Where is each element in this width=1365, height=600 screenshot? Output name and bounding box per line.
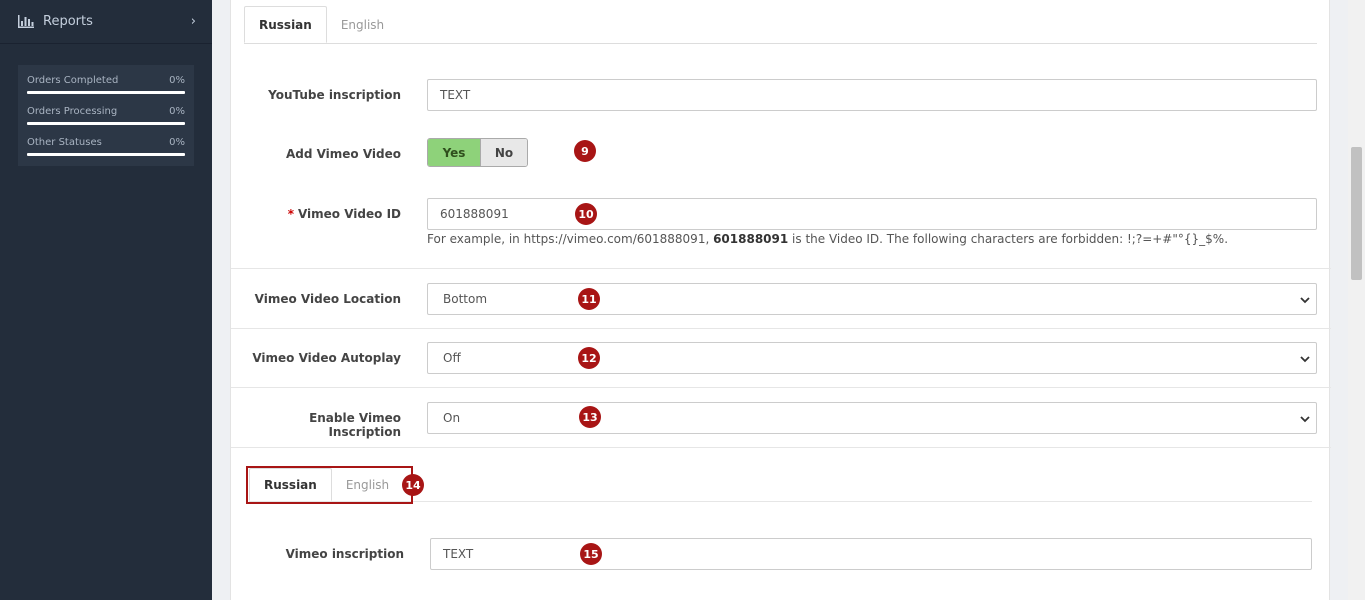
add-vimeo-toggle[interactable]: Yes No <box>427 138 528 167</box>
stat-other-statuses: Other Statuses 0% <box>27 133 185 164</box>
language-tabs-top: Russian English <box>244 6 1317 44</box>
vimeo-inscription-input[interactable]: TEXT <box>430 538 1312 570</box>
vimeo-inscription-enable-label: Enable Vimeo Inscription <box>309 411 401 439</box>
required-mark: * <box>287 207 294 221</box>
stat-value: 0% <box>169 75 185 86</box>
chevron-down-icon <box>1300 353 1310 363</box>
help-suffix: is the Video ID. The following character… <box>788 232 1229 246</box>
help-prefix: For example, in https://vimeo.com/601888… <box>427 232 714 246</box>
chevron-right-icon: › <box>190 14 196 29</box>
annotation-badge-14: 14 <box>402 474 424 496</box>
page-scrollbar[interactable] <box>1348 0 1365 600</box>
main-content: Russian English YouTube inscription TEXT… <box>212 0 1348 600</box>
chevron-down-icon <box>1300 294 1310 304</box>
divider <box>231 268 1331 269</box>
stat-label: Other Statuses <box>27 137 102 148</box>
tab-russian[interactable]: Russian <box>244 6 327 43</box>
divider <box>231 387 1331 388</box>
vimeo-id-label-text: Vimeo Video ID <box>297 207 401 221</box>
vimeo-id-help-text: For example, in https://vimeo.com/601888… <box>427 232 1228 246</box>
help-bold: 601888091 <box>713 232 789 246</box>
stat-orders-processing: Orders Processing 0% <box>27 102 185 133</box>
toggle-yes-button[interactable]: Yes <box>428 139 481 166</box>
stat-value: 0% <box>169 137 185 148</box>
annotation-badge-13: 13 <box>579 406 601 428</box>
sidebar-item-reports[interactable]: Reports › <box>0 0 212 44</box>
vimeo-id-label: * Vimeo Video ID <box>251 207 401 221</box>
annotation-badge-15: 15 <box>580 543 602 565</box>
sidebar: Reports › Orders Completed 0% Orders Pro… <box>0 0 212 600</box>
select-value: Bottom <box>443 292 488 306</box>
vimeo-inscription-enable-select[interactable]: On <box>427 402 1317 434</box>
annotation-badge-11: 11 <box>578 288 600 310</box>
stat-progress-bar <box>27 153 185 156</box>
vimeo-autoplay-label: Vimeo Video Autoplay <box>252 351 401 365</box>
vimeo-location-select[interactable]: Bottom <box>427 283 1317 315</box>
vimeo-id-input[interactable]: 601888091 <box>427 198 1317 230</box>
divider <box>231 328 1331 329</box>
scrollbar-thumb[interactable] <box>1351 147 1362 280</box>
annotation-badge-10: 10 <box>575 203 597 225</box>
annotation-badge-12: 12 <box>578 347 600 369</box>
stat-progress-bar <box>27 122 185 125</box>
sidebar-item-label: Reports <box>43 14 93 29</box>
annotation-badge-9: 9 <box>574 140 596 162</box>
select-value: On <box>443 411 461 425</box>
stat-label: Orders Processing <box>27 106 118 117</box>
vimeo-location-label: Vimeo Video Location <box>254 292 401 306</box>
divider <box>231 447 1331 448</box>
stat-label: Orders Completed <box>27 75 119 86</box>
add-vimeo-label: Add Vimeo Video <box>285 147 401 161</box>
youtube-inscription-label: YouTube inscription <box>268 88 401 102</box>
tab-english[interactable]: English <box>327 6 398 43</box>
youtube-inscription-input[interactable]: TEXT <box>427 79 1317 111</box>
annotation-highlight-box <box>246 466 413 504</box>
bar-chart-icon <box>18 15 34 28</box>
select-value: Off <box>443 351 461 365</box>
vimeo-autoplay-select[interactable]: Off <box>427 342 1317 374</box>
settings-panel: Russian English YouTube inscription TEXT… <box>230 0 1331 600</box>
order-stats-panel: Orders Completed 0% Orders Processing 0%… <box>18 65 194 166</box>
vimeo-inscription-label: Vimeo inscription <box>285 547 404 561</box>
stat-progress-bar <box>27 91 185 94</box>
stat-value: 0% <box>169 106 185 117</box>
toggle-no-button[interactable]: No <box>481 139 527 166</box>
stat-orders-completed: Orders Completed 0% <box>27 71 185 102</box>
chevron-down-icon <box>1300 413 1310 423</box>
